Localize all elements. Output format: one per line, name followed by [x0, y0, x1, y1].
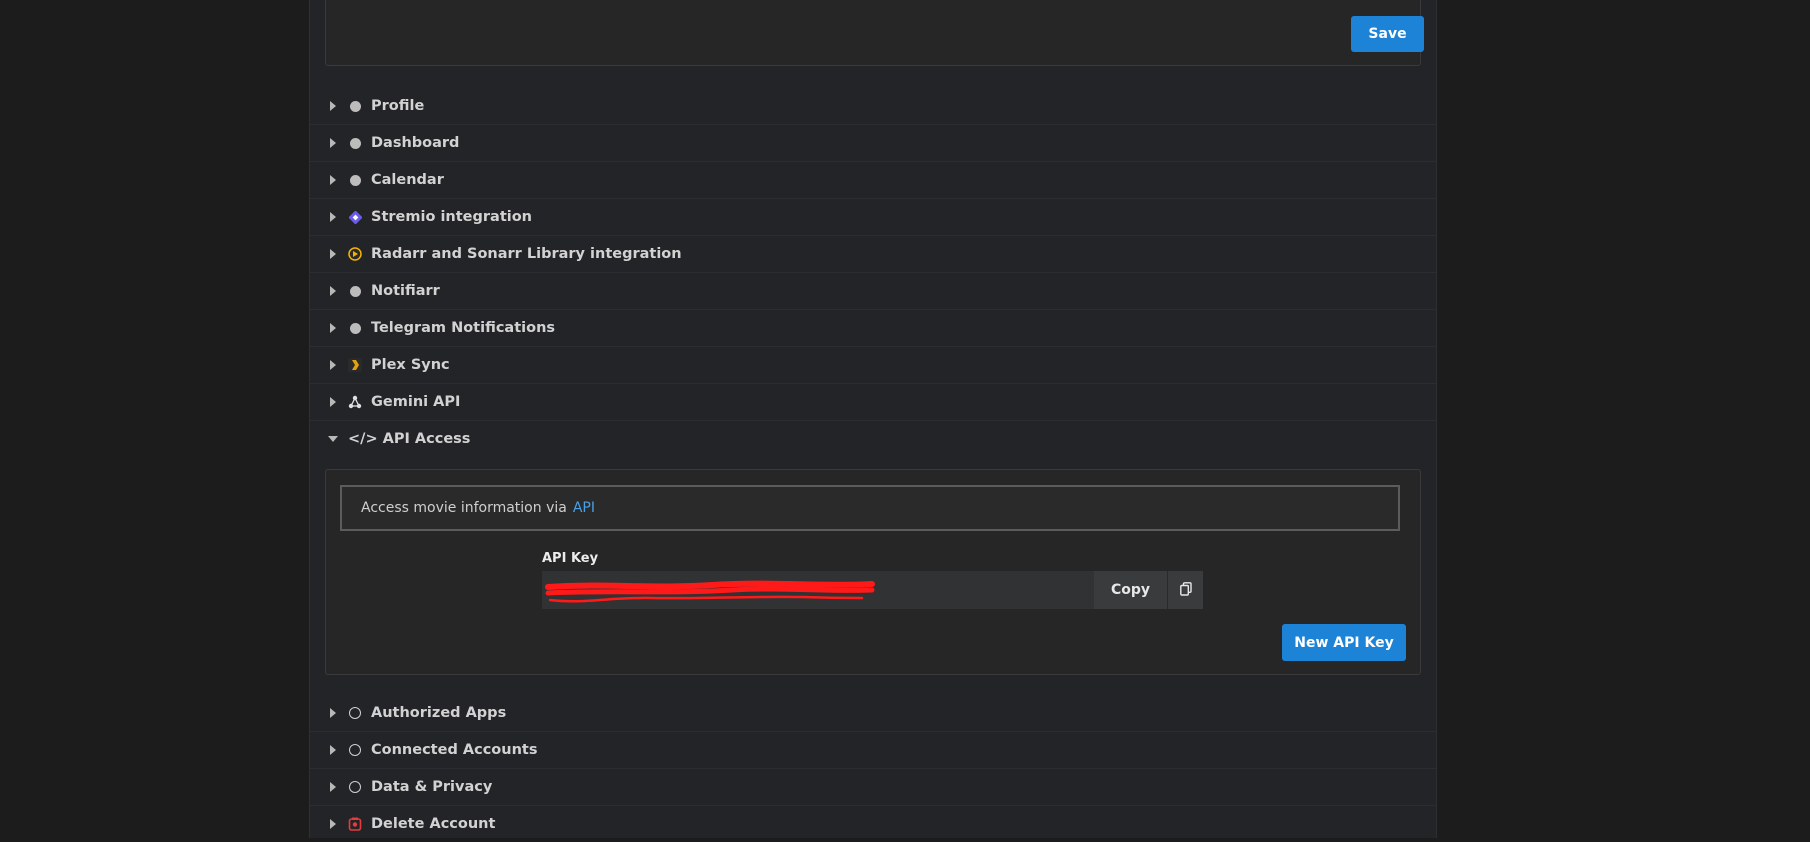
- section-label: Plex Sync: [371, 357, 450, 373]
- section-label: Radarr and Sonarr Library integration: [371, 246, 682, 262]
- circle-filled-icon: [348, 321, 362, 335]
- settings-panel: Save Profile Dashboard Calendar Stremio …: [309, 0, 1437, 838]
- circle-filled-icon: [348, 99, 362, 113]
- section-delete-account[interactable]: Delete Account: [310, 806, 1436, 842]
- caret-right-icon: [330, 249, 336, 259]
- copy-button[interactable]: Copy: [1094, 571, 1167, 609]
- radarr-icon: [348, 247, 362, 261]
- delete-icon: [348, 817, 362, 831]
- api-key-label: API Key: [542, 551, 599, 566]
- api-access-content: Access movie information via API API Key…: [325, 469, 1421, 675]
- caret-down-icon: [328, 436, 338, 442]
- caret-right-icon: [330, 782, 336, 792]
- api-docs-link[interactable]: API: [573, 500, 595, 516]
- caret-right-icon: [330, 212, 336, 222]
- caret-right-icon: [330, 397, 336, 407]
- redaction-scribble: [545, 580, 875, 603]
- section-label: Stremio integration: [371, 209, 533, 225]
- caret-right-icon: [330, 819, 336, 829]
- section-label: Telegram Notifications: [371, 320, 556, 336]
- circle-filled-icon: [348, 284, 362, 298]
- circle-filled-icon: [348, 136, 362, 150]
- section-radarr-sonarr[interactable]: Radarr and Sonarr Library integration: [310, 236, 1436, 273]
- caret-right-icon: [330, 708, 336, 718]
- stremio-icon: [348, 210, 362, 224]
- section-label: Notifiarr: [371, 283, 440, 299]
- new-api-key-button[interactable]: New API Key: [1282, 624, 1406, 661]
- section-plex-sync[interactable]: Plex Sync: [310, 347, 1436, 384]
- plex-icon: [348, 358, 362, 372]
- section-label: </> API Access: [348, 431, 471, 447]
- section-dashboard[interactable]: Dashboard: [310, 125, 1436, 162]
- gemini-icon: [348, 395, 362, 409]
- section-telegram-notifications[interactable]: Telegram Notifications: [310, 310, 1436, 347]
- clipboard-icon: [1179, 581, 1192, 599]
- section-label: Delete Account: [371, 816, 496, 832]
- section-label: Dashboard: [371, 135, 460, 151]
- clipboard-button[interactable]: [1167, 571, 1203, 609]
- section-gemini-api[interactable]: Gemini API: [310, 384, 1436, 421]
- section-label: Profile: [371, 98, 425, 114]
- section-label: Connected Accounts: [371, 742, 538, 758]
- section-label: Calendar: [371, 172, 444, 188]
- caret-right-icon: [330, 175, 336, 185]
- caret-right-icon: [330, 323, 336, 333]
- section-label: Authorized Apps: [371, 705, 507, 721]
- api-key-field[interactable]: [542, 571, 1094, 609]
- section-data-privacy[interactable]: Data & Privacy: [310, 769, 1436, 806]
- caret-right-icon: [330, 101, 336, 111]
- section-label: Gemini API: [371, 394, 461, 410]
- caret-right-icon: [330, 745, 336, 755]
- section-label: Data & Privacy: [371, 779, 493, 795]
- section-api-access[interactable]: </> API Access: [310, 421, 1436, 457]
- section-stremio-integration[interactable]: Stremio integration: [310, 199, 1436, 236]
- caret-right-icon: [330, 138, 336, 148]
- circle-outline-icon: [348, 780, 362, 794]
- caret-right-icon: [330, 360, 336, 370]
- settings-form-card: Save: [325, 0, 1424, 66]
- api-info-box: Access movie information via API: [340, 485, 1400, 531]
- save-button[interactable]: Save: [1351, 16, 1424, 52]
- circle-filled-icon: [348, 173, 362, 187]
- circle-outline-icon: [348, 706, 362, 720]
- section-calendar[interactable]: Calendar: [310, 162, 1436, 199]
- caret-right-icon: [330, 286, 336, 296]
- section-profile[interactable]: Profile: [310, 88, 1436, 125]
- section-authorized-apps[interactable]: Authorized Apps: [310, 695, 1436, 732]
- circle-outline-icon: [348, 743, 362, 757]
- api-info-text: Access movie information via: [361, 500, 567, 516]
- section-connected-accounts[interactable]: Connected Accounts: [310, 732, 1436, 769]
- section-notifiarr[interactable]: Notifiarr: [310, 273, 1436, 310]
